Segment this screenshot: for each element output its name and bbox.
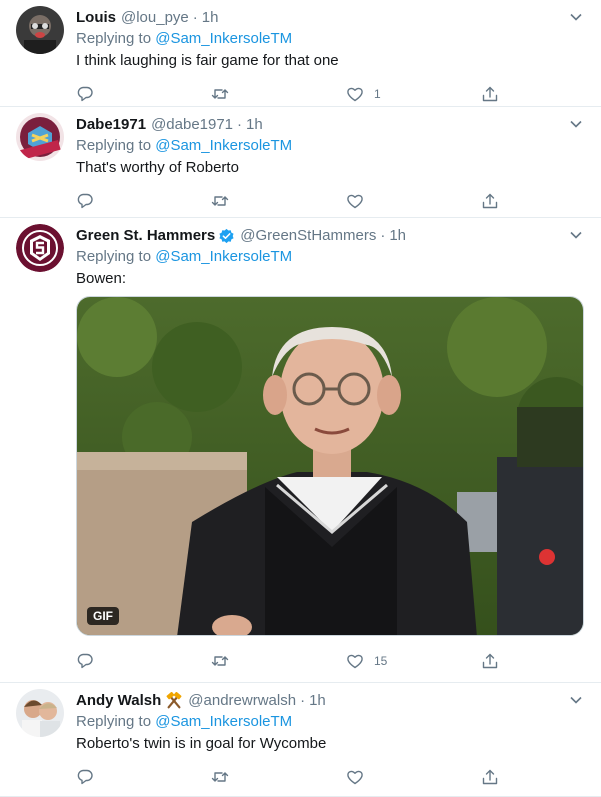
mention-link[interactable]: @Sam_InkersoleTM	[155, 248, 292, 265]
share-icon	[482, 86, 498, 102]
retweet-button[interactable]	[211, 652, 346, 670]
reply-button[interactable]	[76, 85, 211, 103]
user-handle[interactable]: @dabe1971	[151, 115, 233, 135]
replying-label: Replying to	[76, 713, 156, 730]
like-button[interactable]	[346, 768, 481, 786]
like-count: 15	[374, 654, 388, 668]
display-name[interactable]: Green St. Hammers	[76, 226, 215, 246]
avatar[interactable]	[16, 224, 64, 272]
separator-dot: ·	[237, 116, 243, 133]
reply-button[interactable]	[76, 652, 211, 670]
gif-media[interactable]: GIF	[76, 296, 584, 636]
share-button[interactable]	[481, 652, 521, 670]
display-name[interactable]: Louis	[76, 8, 116, 28]
retweet-icon	[211, 772, 229, 782]
user-handle[interactable]: @lou_pye	[121, 8, 189, 28]
tweet-header: Andy Walsh @andrewrwalsh · 1h	[76, 691, 585, 711]
like-icon	[347, 770, 363, 785]
like-button[interactable]: 1	[346, 85, 481, 103]
tweet-actions	[76, 755, 585, 795]
tweet-actions: 1	[76, 72, 585, 112]
replying-to: Replying to @Sam_InkersoleTM	[76, 711, 585, 733]
retweet-icon	[211, 196, 229, 206]
reply-button[interactable]	[76, 192, 211, 210]
reply-icon	[77, 653, 93, 669]
tweet[interactable]: Louis @lou_pye · 1h Replying to @Sam_Ink…	[0, 0, 601, 107]
separator-dot: ·	[300, 692, 306, 709]
tweet-text: Bowen:	[76, 270, 127, 287]
replying-to: Replying to @Sam_InkersoleTM	[76, 246, 585, 268]
user-handle[interactable]: @GreenStHammers	[240, 226, 376, 246]
reply-icon	[77, 86, 93, 102]
replying-label: Replying to	[76, 137, 156, 154]
tweet-header: Dabe1971 @dabe1971 · 1h	[76, 115, 585, 135]
like-icon	[347, 87, 363, 102]
replying-label: Replying to	[76, 248, 156, 265]
tweet[interactable]: Dabe1971 @dabe1971 · 1h Replying to @Sam…	[0, 107, 601, 218]
tweet-text: That's worthy of Roberto	[76, 159, 239, 176]
gif-image	[77, 297, 583, 635]
chevron-down-icon[interactable]	[569, 693, 583, 707]
tweet-text: Roberto's twin is in goal for Wycombe	[76, 735, 327, 752]
tweet[interactable]: Green St. Hammers @GreenStHammers · 1h R…	[0, 218, 601, 683]
timestamp[interactable]: 1h	[389, 226, 406, 246]
retweet-button[interactable]	[211, 768, 346, 786]
timestamp[interactable]: 1h	[246, 115, 263, 135]
retweet-button[interactable]	[211, 192, 346, 210]
retweet-icon	[211, 656, 229, 666]
replying-label: Replying to	[76, 30, 156, 47]
replying-to: Replying to @Sam_InkersoleTM	[76, 135, 585, 157]
separator-dot: ·	[192, 9, 198, 26]
reply-icon	[77, 193, 93, 209]
retweet-icon	[211, 89, 229, 99]
share-button[interactable]	[481, 768, 521, 786]
tweet[interactable]: Andy Walsh @andrewrwalsh · 1h Replying t…	[0, 683, 601, 797]
share-button[interactable]	[481, 192, 521, 210]
tweet-text: I think laughing is fair game for that o…	[76, 52, 339, 69]
avatar[interactable]	[16, 113, 64, 161]
mention-link[interactable]: @Sam_InkersoleTM	[155, 713, 292, 730]
timestamp[interactable]: 1h	[309, 691, 326, 711]
like-button[interactable]: 15	[346, 652, 481, 670]
avatar[interactable]	[16, 6, 64, 54]
mention-link[interactable]: @Sam_InkersoleTM	[155, 30, 292, 47]
chevron-down-icon[interactable]	[569, 117, 583, 131]
chevron-down-icon[interactable]	[569, 228, 583, 242]
tweet-header: Louis @lou_pye · 1h	[76, 8, 585, 28]
share-icon	[482, 193, 498, 209]
gif-badge: GIF	[87, 607, 119, 625]
mention-link[interactable]: @Sam_InkersoleTM	[155, 137, 292, 154]
display-name[interactable]: Dabe1971	[76, 115, 146, 135]
share-icon	[482, 769, 498, 785]
share-button[interactable]	[481, 85, 521, 103]
chevron-down-icon[interactable]	[569, 10, 583, 24]
reply-icon	[77, 769, 93, 785]
avatar[interactable]	[16, 689, 64, 737]
like-icon	[347, 654, 363, 669]
replying-to: Replying to @Sam_InkersoleTM	[76, 28, 585, 50]
separator-dot: ·	[380, 227, 386, 244]
verified-badge-icon	[219, 228, 234, 243]
retweet-button[interactable]	[211, 85, 346, 103]
reply-button[interactable]	[76, 768, 211, 786]
tweet-actions	[76, 179, 585, 219]
tweet-header: Green St. Hammers @GreenStHammers · 1h	[76, 226, 585, 246]
hammers-emoji-icon	[166, 692, 182, 709]
like-icon	[347, 194, 363, 209]
share-icon	[482, 653, 498, 669]
display-name[interactable]: Andy Walsh	[76, 691, 161, 711]
user-handle[interactable]: @andrewrwalsh	[188, 691, 296, 711]
like-count: 1	[374, 87, 381, 101]
like-button[interactable]	[346, 192, 481, 210]
tweet-actions: 15	[76, 636, 585, 676]
timestamp[interactable]: 1h	[202, 8, 219, 28]
